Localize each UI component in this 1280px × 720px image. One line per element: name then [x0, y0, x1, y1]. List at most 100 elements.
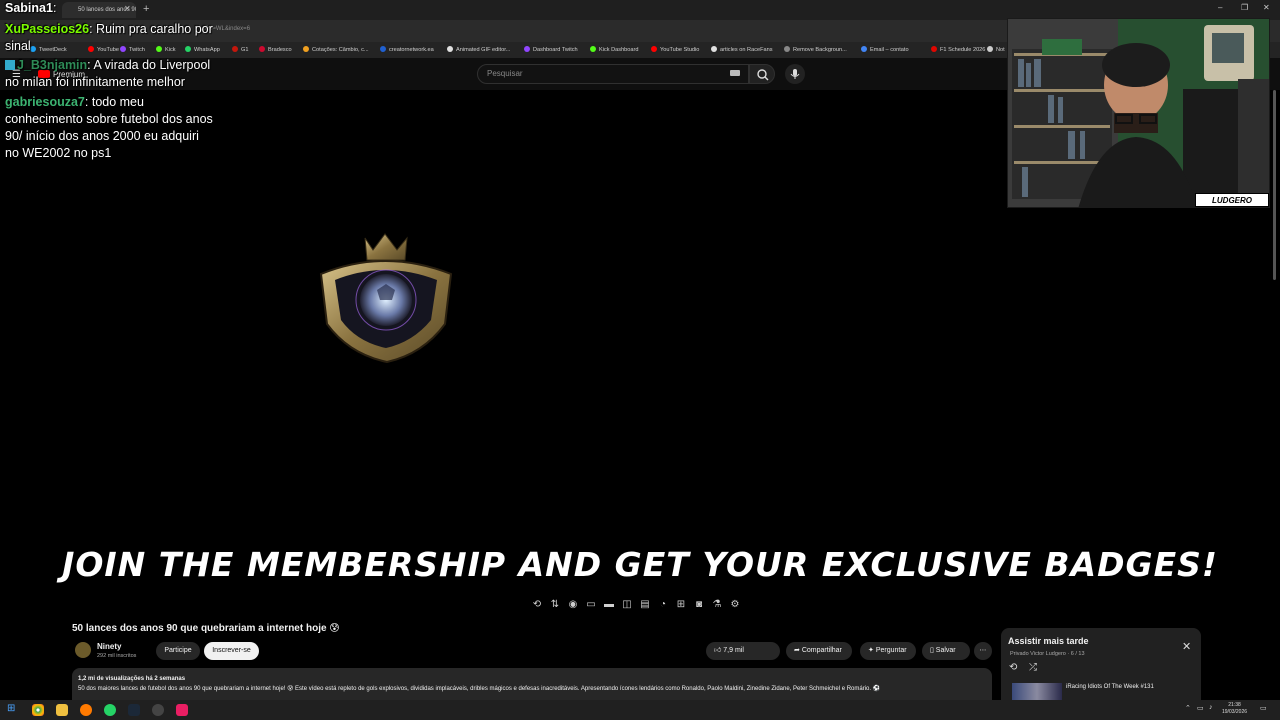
windows-start-icon[interactable]: ⊞ — [7, 703, 15, 714]
volume-icon[interactable]: ♪ — [1209, 704, 1213, 711]
file-explorer-icon[interactable] — [56, 704, 68, 716]
lab-icon[interactable]: ⚗ — [710, 598, 724, 612]
chrome-icon[interactable] — [32, 704, 44, 716]
bookmark-item[interactable]: Animated GIF editor... — [447, 46, 510, 53]
search-input[interactable]: Pesquisar — [477, 64, 749, 84]
ask-label: Perguntar — [875, 647, 907, 654]
search-icon — [757, 69, 769, 81]
thumbs-up-icon: 👍︎ — [714, 647, 724, 654]
join-button[interactable]: Participe — [156, 642, 200, 660]
maximize-icon[interactable]: ❐ — [1241, 3, 1248, 12]
voice-search-button[interactable] — [785, 64, 805, 84]
save-button[interactable]: ▯ Salvar — [922, 642, 970, 660]
bookmark-label: Animated GIF editor... — [456, 47, 511, 53]
bookmark-item[interactable]: YouTube Studio — [651, 46, 699, 53]
playlist-item-title[interactable]: iRacing Idiots Of The Week #131 — [1066, 683, 1166, 692]
network-icon[interactable]: ▭ — [1197, 704, 1204, 712]
bookmark-label: Bradesco — [268, 47, 292, 53]
notifications-icon[interactable]: ▭ — [1260, 704, 1267, 712]
ask-button[interactable]: ✦ Perguntar — [860, 642, 916, 660]
bookmark-item[interactable]: creatornetwork.ea — [380, 46, 434, 53]
bookmark-item[interactable]: G1 — [232, 46, 248, 53]
chat-username: XuPasseios26 — [5, 22, 90, 36]
membership-promo-text: JOIN THE MEMBERSHIP AND GET YOUR EXCLUSI… — [62, 545, 1218, 584]
scrollbar-thumb[interactable] — [1273, 90, 1276, 280]
bookmark-favicon-icon — [447, 46, 453, 52]
video-title: 50 lances dos anos 90 que quebrariam a i… — [72, 623, 340, 634]
bookmark-favicon-icon — [259, 46, 265, 52]
webcam-feed — [1007, 18, 1270, 208]
chat-username: Sabina1 — [5, 1, 53, 15]
tray-arrow-icon[interactable]: ⌃ — [1185, 704, 1191, 712]
whatsapp-icon[interactable] — [104, 704, 116, 716]
close-window-icon[interactable]: ✕ — [1263, 3, 1270, 12]
bookmark-label: Email – contato — [870, 47, 909, 53]
shuffle-icon[interactable]: ⤮ — [1029, 662, 1037, 673]
bookmark-item[interactable]: Not — [987, 46, 1005, 53]
loop-icon[interactable]: ⟲ — [530, 598, 544, 612]
chat-username: J_B3njamin — [17, 58, 88, 72]
bookmark-item[interactable]: articles on RaceFans — [711, 46, 773, 53]
bookmark-item[interactable]: Dashboard Twitch — [524, 46, 578, 53]
bookmark-label: articles on RaceFans — [720, 47, 773, 53]
bookmark-item[interactable]: F1 Schedule 2026 — [931, 46, 985, 53]
bookmark-favicon-icon — [524, 46, 530, 52]
channel-subscribers: 292 mil inscritos — [97, 653, 137, 659]
bookmark-item[interactable]: Cotações: Câmbio, c... — [303, 46, 369, 53]
search-button[interactable] — [749, 64, 775, 84]
chat-message: J_B3njamin: A virada do Liverpool no mil… — [5, 58, 211, 89]
bookmark-favicon-icon — [987, 46, 993, 52]
bookmark-favicon-icon — [380, 46, 386, 52]
clock-time: 21:38 — [1228, 702, 1241, 708]
playlist-meta: Privado Victor Ludgero · 6 / 13 — [1010, 651, 1085, 657]
bookmark-item[interactable]: Remove Backgroun... — [784, 46, 847, 53]
screenshot-icon[interactable]: ◙ — [692, 598, 706, 612]
like-count: 7,9 mil — [723, 647, 744, 654]
gear-icon[interactable]: ⚙ — [728, 598, 742, 612]
more-actions-button[interactable]: ⋯ — [974, 642, 992, 660]
loop-playlist-icon[interactable]: ⟲ — [1009, 662, 1017, 673]
membership-badge-image — [313, 228, 458, 373]
bookmark-favicon-icon — [711, 46, 717, 52]
chat-message: Sabina1: — [5, 0, 215, 17]
steam-icon[interactable] — [128, 704, 140, 716]
app-icon-pink[interactable] — [176, 704, 188, 716]
chat-username: gabriesouza7 — [5, 95, 85, 109]
bookmark-label: F1 Schedule 2026 — [940, 47, 986, 53]
miniplayer-icon[interactable]: ◫ — [620, 598, 634, 612]
bookmark-label: YouTube Studio — [660, 47, 700, 53]
bookmark-item[interactable]: Bradesco — [259, 46, 292, 53]
keyboard-icon[interactable] — [730, 70, 740, 76]
minimize-icon[interactable]: – — [1218, 3, 1222, 12]
bookmark-label: Kick Dashboard — [599, 47, 639, 53]
webcam-logo: LUDGERO — [1195, 193, 1269, 207]
subscribe-button[interactable]: Inscrever-se — [204, 642, 259, 660]
badge-icon — [5, 60, 15, 70]
bookmark-item[interactable]: Email – contato — [861, 46, 909, 53]
like-button[interactable]: 👍︎ 7,9 mil — [706, 642, 780, 660]
views-and-date: 1,2 mi de visualizações há 2 semanas — [78, 676, 186, 682]
taskbar-clock[interactable]: 21:38 19/03/2026 — [1222, 702, 1247, 716]
speed-icon[interactable]: ◔ — [656, 598, 670, 612]
audio-icon[interactable]: ◉ — [566, 598, 580, 612]
add-icon[interactable]: ⊞ — [674, 598, 688, 612]
bookmark-label: Cotações: Câmbio, c... — [312, 47, 369, 53]
settings-app-icon[interactable] — [152, 704, 164, 716]
theater-icon[interactable]: ▬ — [602, 598, 616, 612]
bookmark-favicon-icon — [232, 46, 238, 52]
share-button[interactable]: ➦ Compartilhar — [786, 642, 852, 660]
channel-avatar[interactable] — [75, 642, 91, 658]
bookmark-item[interactable]: Kick Dashboard — [590, 46, 639, 53]
bookmark-favicon-icon — [651, 46, 657, 52]
app-icon[interactable] — [80, 704, 92, 716]
screen-icon[interactable]: ▤ — [638, 598, 652, 612]
chat-separator: : — [52, 1, 57, 15]
bookmark-favicon-icon — [861, 46, 867, 52]
cast-icon[interactable]: ▭ — [584, 598, 598, 612]
clock-date: 19/03/2026 — [1222, 709, 1248, 715]
sort-icon[interactable]: ⇅ — [548, 598, 562, 612]
close-icon[interactable]: ✕ — [1182, 640, 1191, 653]
save-label: Salvar — [935, 647, 956, 654]
channel-name[interactable]: Ninety — [97, 642, 121, 651]
more-icon: ⋯ — [979, 647, 987, 654]
